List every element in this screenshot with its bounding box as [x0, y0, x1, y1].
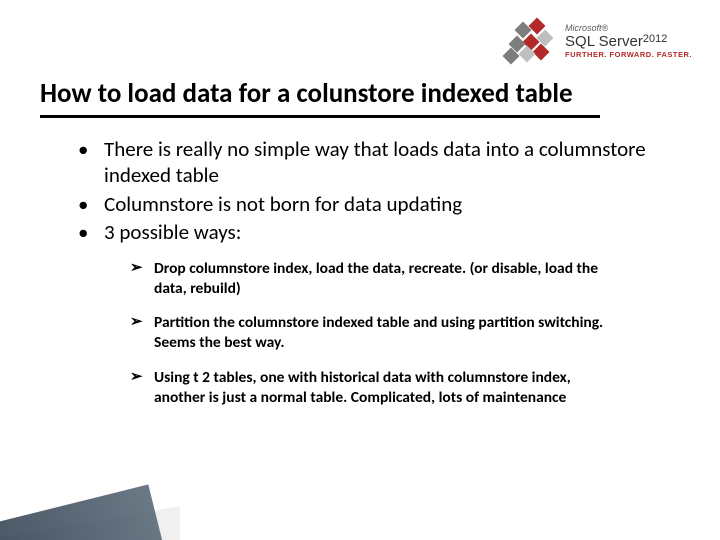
- logo-text-block: Microsoft® SQL Server2012 FURTHER. FORWA…: [565, 23, 692, 59]
- logo-brand-year: 2012: [643, 33, 667, 45]
- sub-bullet-list: Drop columnstore index, load the data, r…: [70, 259, 660, 408]
- logo-tagline: FURTHER. FORWARD. FASTER.: [565, 50, 692, 59]
- slide: Microsoft® SQL Server2012 FURTHER. FORWA…: [0, 0, 720, 540]
- cubes-icon: [501, 18, 555, 64]
- title-underline: [40, 115, 600, 118]
- sub-bullet-item: Using t 2 tables, one with historical da…: [130, 368, 604, 408]
- logo-brand-name: SQL Server: [565, 33, 643, 50]
- bullet-item: 3 possible ways:: [70, 219, 660, 245]
- title-area: How to load data for a colunstore indexe…: [40, 78, 680, 118]
- wedge-dark: [0, 484, 165, 540]
- slide-title: How to load data for a colunstore indexe…: [40, 78, 680, 113]
- bullet-item: There is really no simple way that loads…: [70, 136, 660, 189]
- logo-brand-main: SQL Server2012: [565, 33, 667, 50]
- sub-bullet-item: Drop columnstore index, load the data, r…: [130, 259, 604, 299]
- bullet-item: Columnstore is not born for data updatin…: [70, 191, 660, 217]
- logo-brand-prefix: Microsoft®: [565, 23, 608, 33]
- main-bullet-list: There is really no simple way that loads…: [70, 136, 660, 245]
- sub-bullet-item: Partition the columnstore indexed table …: [130, 313, 604, 353]
- corner-decoration: [0, 480, 180, 540]
- product-logo-area: Microsoft® SQL Server2012 FURTHER. FORWA…: [501, 18, 692, 64]
- content-area: There is really no simple way that loads…: [70, 136, 660, 422]
